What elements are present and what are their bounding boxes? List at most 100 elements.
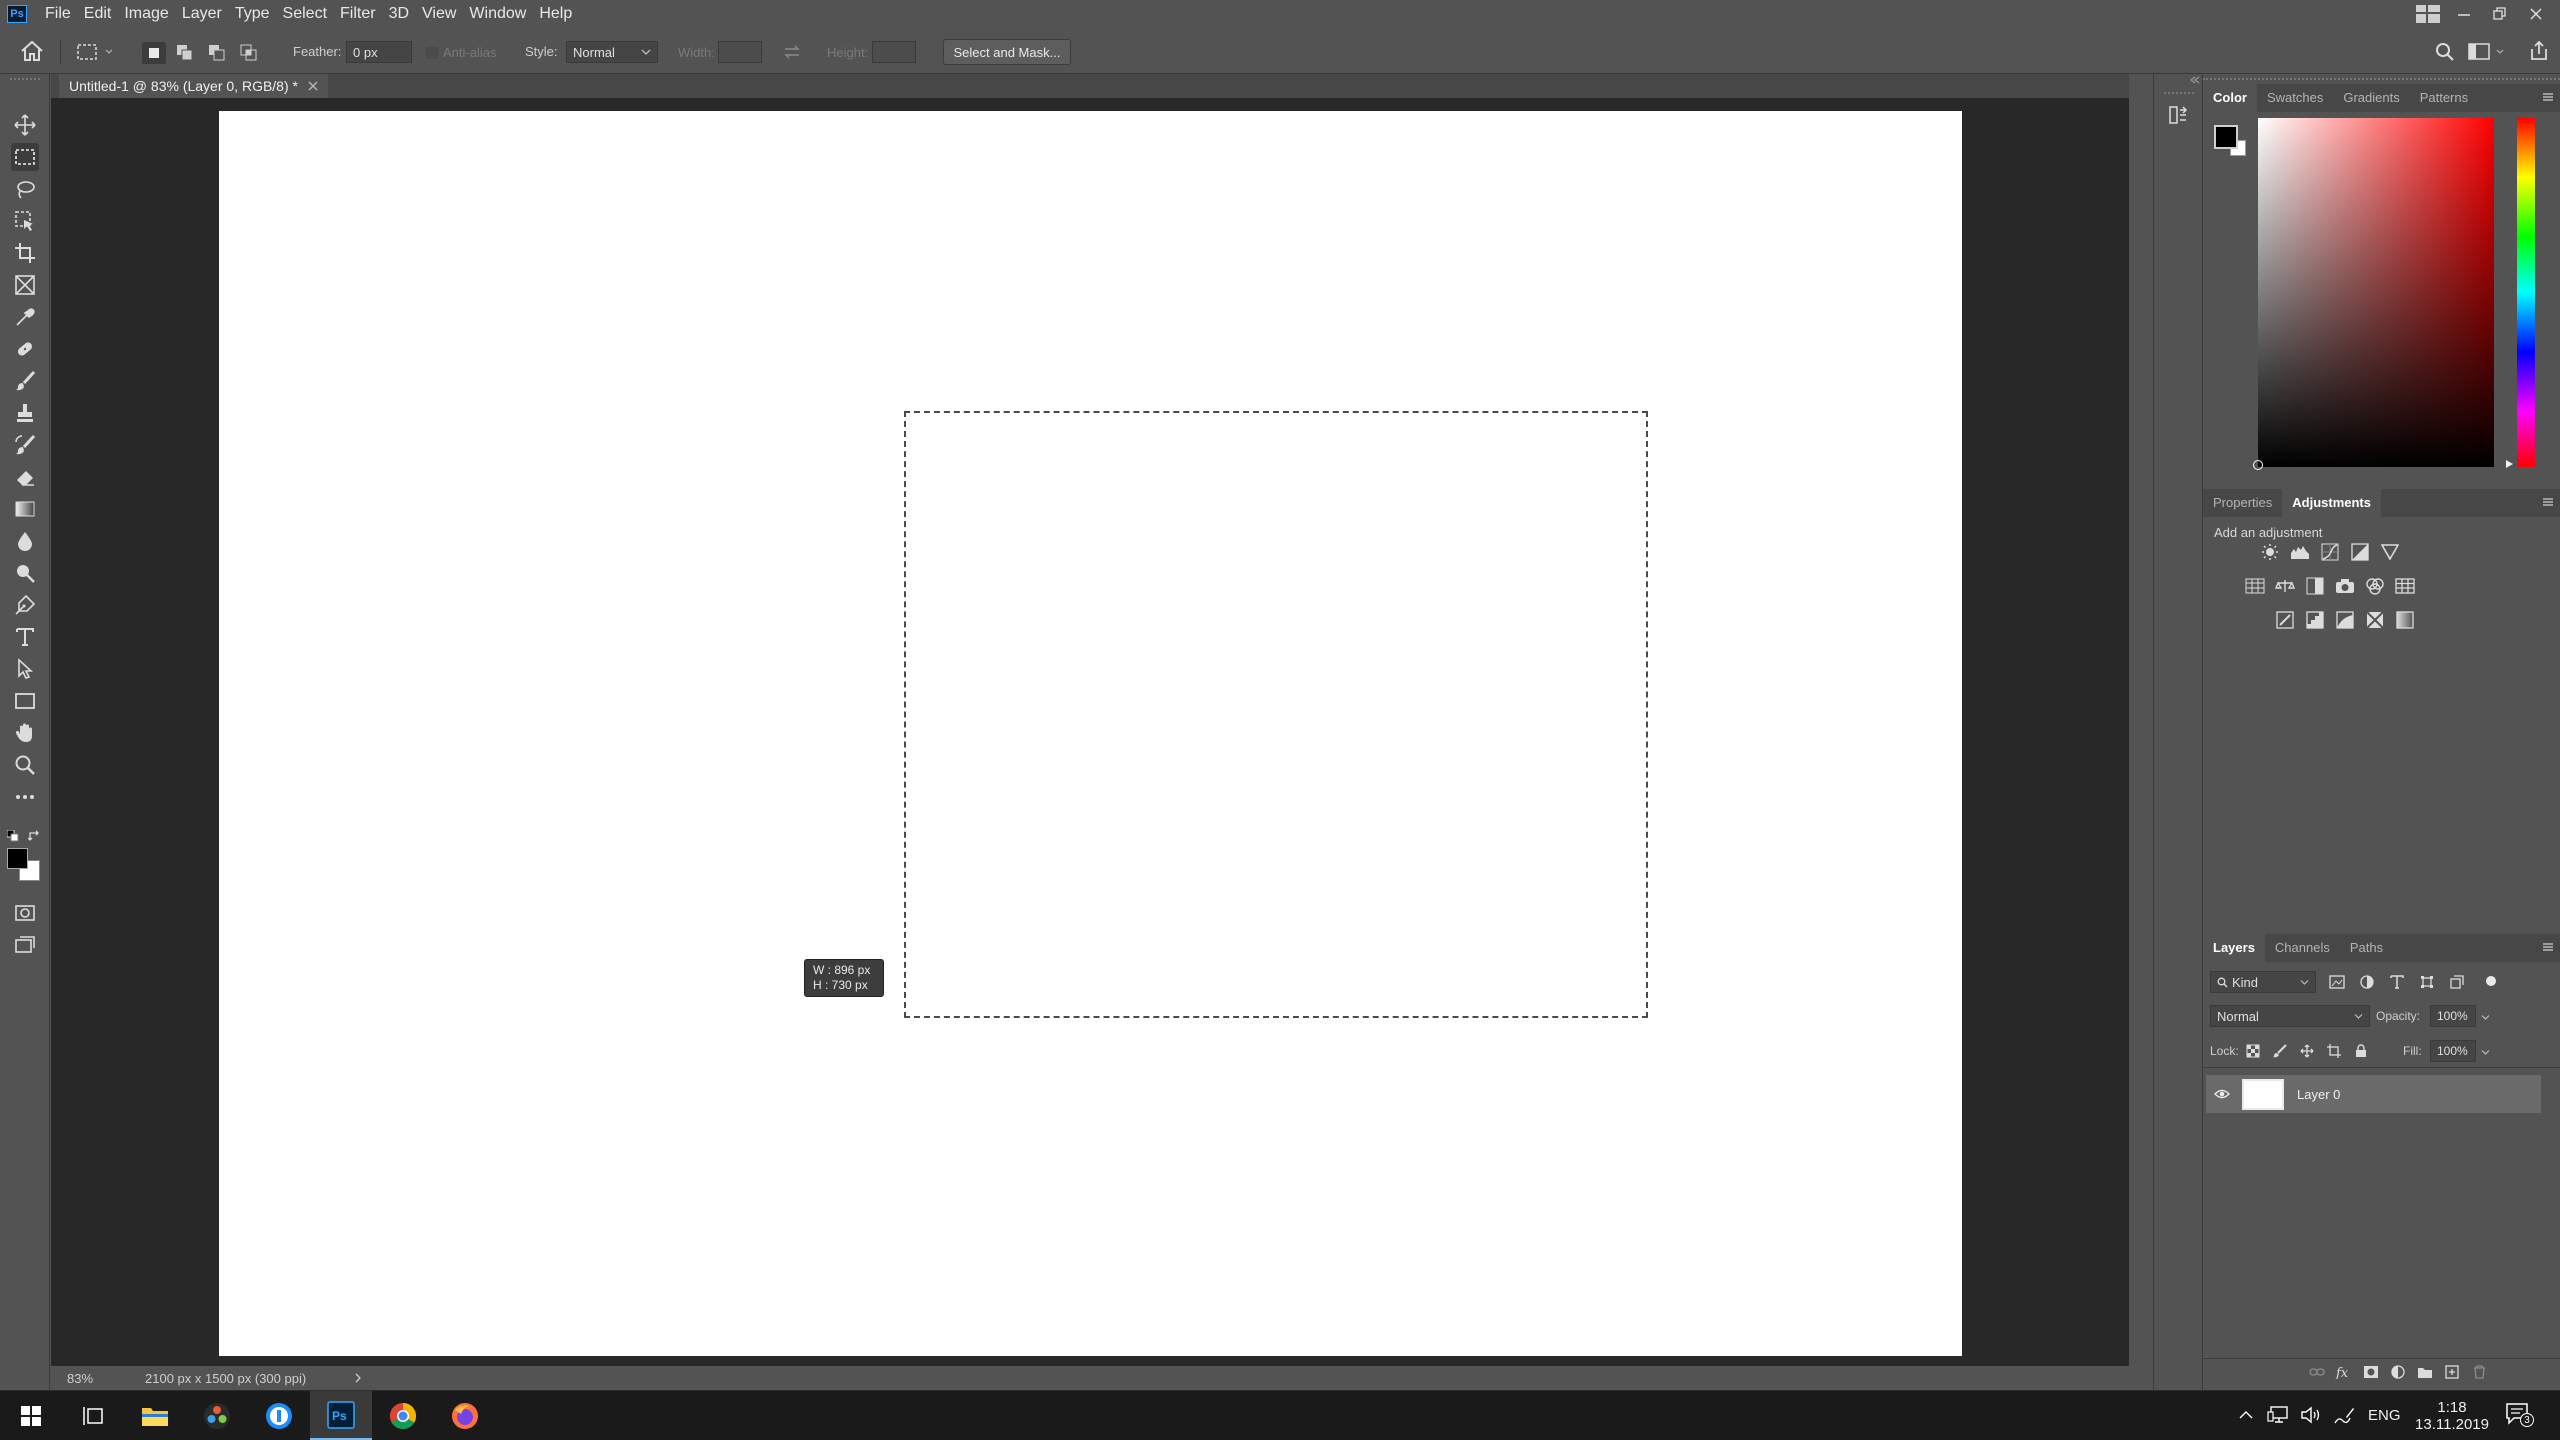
gradient-map-icon[interactable] [2395, 610, 2415, 630]
close-button[interactable] [2518, 0, 2554, 28]
select-and-mask-button[interactable]: Select and Mask... [943, 39, 1071, 65]
rectangle-tool-icon[interactable] [11, 687, 39, 715]
tab-properties[interactable]: Properties [2203, 489, 2282, 517]
foreground-color-swatch[interactable] [7, 848, 28, 869]
volume-icon[interactable] [2300, 1406, 2322, 1424]
eyedropper-tool-icon[interactable] [11, 303, 39, 331]
more-tools-icon[interactable] [11, 783, 39, 811]
filter-pixel-icon[interactable] [2327, 972, 2347, 992]
add-mask-icon[interactable] [2361, 1362, 2381, 1382]
layer-style-fx-icon[interactable]: fx [2334, 1362, 2354, 1382]
menu-3d[interactable]: 3D [389, 0, 409, 28]
menu-window[interactable]: Window [469, 0, 526, 28]
eraser-tool-icon[interactable] [11, 463, 39, 491]
layer-name[interactable]: Layer 0 [2297, 1087, 2340, 1102]
feather-input[interactable]: 0 px [346, 41, 412, 63]
menu-file[interactable]: File [45, 0, 71, 28]
antialias-checkbox[interactable] [426, 47, 438, 59]
clone-stamp-tool-icon[interactable] [11, 399, 39, 427]
exposure-icon[interactable] [2350, 542, 2370, 562]
add-to-selection-icon[interactable] [174, 42, 196, 64]
path-selection-tool-icon[interactable] [11, 655, 39, 683]
action-center-button[interactable]: 3 [2505, 1402, 2534, 1427]
lock-artboard-icon[interactable] [2324, 1041, 2344, 1061]
task-view-button[interactable] [62, 1391, 124, 1440]
photoshop-app[interactable]: Ps [310, 1391, 372, 1440]
color-balance-icon[interactable] [2275, 576, 2295, 596]
panel-grip[interactable] [10, 78, 40, 82]
delete-layer-icon[interactable] [2469, 1362, 2489, 1382]
panel-menu-icon[interactable] [2542, 942, 2554, 952]
move-tool-icon[interactable] [11, 111, 39, 139]
fill-dropdown-icon[interactable] [2481, 1049, 2490, 1056]
swap-colors-icon[interactable] [28, 830, 41, 842]
lock-position-icon[interactable] [2297, 1041, 2317, 1061]
opacity-dropdown-icon[interactable] [2481, 1014, 2490, 1021]
color-field[interactable] [2258, 118, 2494, 467]
tab-gradients[interactable]: Gradients [2333, 84, 2409, 112]
panel-menu-icon[interactable] [2542, 92, 2554, 102]
new-layer-icon[interactable] [2442, 1362, 2462, 1382]
minimize-button[interactable] [2446, 0, 2482, 28]
zoom-tool-icon[interactable] [11, 751, 39, 779]
panel-menu-icon[interactable] [2542, 497, 2554, 507]
tab-color[interactable]: Color [2203, 84, 2257, 112]
close-tab-icon[interactable] [308, 81, 318, 91]
filter-adjustment-icon[interactable] [2357, 972, 2377, 992]
brightness-contrast-icon[interactable] [2260, 542, 2280, 562]
davinci-resolve-app[interactable] [186, 1391, 248, 1440]
channel-mixer-icon[interactable] [2365, 576, 2385, 596]
fill-input[interactable]: 100% [2430, 1040, 2476, 1062]
document-canvas[interactable]: W : 896 px H : 730 px [219, 111, 1962, 1356]
selective-color-icon[interactable] [2365, 610, 2385, 630]
show-hidden-icons-chevron-icon[interactable] [2239, 1410, 2253, 1420]
blend-mode-select[interactable]: Normal [2210, 1005, 2370, 1027]
hue-slider-handle-icon[interactable] [2505, 459, 2514, 469]
default-colors-icon[interactable] [7, 830, 19, 842]
quick-mask-icon[interactable] [11, 899, 39, 927]
layer-filter-kind-select[interactable]: Kind [2210, 971, 2316, 993]
1password-app[interactable] [248, 1391, 310, 1440]
input-language[interactable]: ENG [2368, 1407, 2401, 1424]
vibrance-icon[interactable] [2380, 542, 2400, 562]
object-selection-tool-icon[interactable] [11, 207, 39, 235]
lasso-tool-icon[interactable] [11, 175, 39, 203]
history-brush-tool-icon[interactable] [11, 431, 39, 459]
brush-tool-icon[interactable] [11, 367, 39, 395]
workspace-switcher-icon[interactable] [2468, 42, 2506, 62]
system-clock[interactable]: 1:18 13.11.2019 [2412, 1395, 2492, 1437]
color-field-picker[interactable] [2253, 460, 2263, 470]
color-lookup-icon[interactable] [2395, 576, 2415, 596]
firefox-app[interactable] [434, 1391, 496, 1440]
document-tab[interactable]: Untitled-1 @ 83% (Layer 0, RGB/8) * [59, 74, 328, 98]
foreground-color-chip[interactable] [2214, 125, 2238, 149]
pen-tool-icon[interactable] [11, 591, 39, 619]
menu-help[interactable]: Help [539, 0, 572, 28]
vertical-scrollbar[interactable] [2129, 98, 2153, 1366]
menu-select[interactable]: Select [283, 0, 327, 28]
tab-paths[interactable]: Paths [2340, 934, 2393, 962]
menu-layer[interactable]: Layer [182, 0, 222, 28]
share-icon[interactable] [2528, 40, 2550, 62]
search-icon[interactable] [2434, 41, 2456, 63]
lock-transparent-pixels-icon[interactable] [2243, 1041, 2263, 1061]
style-select[interactable]: Normal [566, 41, 658, 63]
new-adjustment-layer-icon[interactable] [2388, 1362, 2408, 1382]
crop-tool-icon[interactable] [11, 239, 39, 267]
marquee-preset-icon[interactable] [76, 42, 116, 62]
panel-grip[interactable] [2164, 92, 2194, 96]
width-input[interactable] [718, 41, 762, 63]
menu-type[interactable]: Type [235, 0, 270, 28]
menu-filter[interactable]: Filter [340, 0, 376, 28]
workspace-icon[interactable] [2410, 0, 2446, 28]
menu-view[interactable]: View [422, 0, 456, 28]
photo-filter-icon[interactable] [2335, 576, 2355, 596]
chrome-app[interactable] [372, 1391, 434, 1440]
subtract-from-selection-icon[interactable] [206, 42, 228, 64]
filter-shape-icon[interactable] [2417, 972, 2437, 992]
link-layers-icon[interactable] [2307, 1362, 2327, 1382]
restore-button[interactable] [2482, 0, 2518, 28]
menu-image[interactable]: Image [124, 0, 168, 28]
visibility-eye-icon[interactable] [2214, 1088, 2230, 1100]
levels-icon[interactable] [2290, 542, 2310, 562]
